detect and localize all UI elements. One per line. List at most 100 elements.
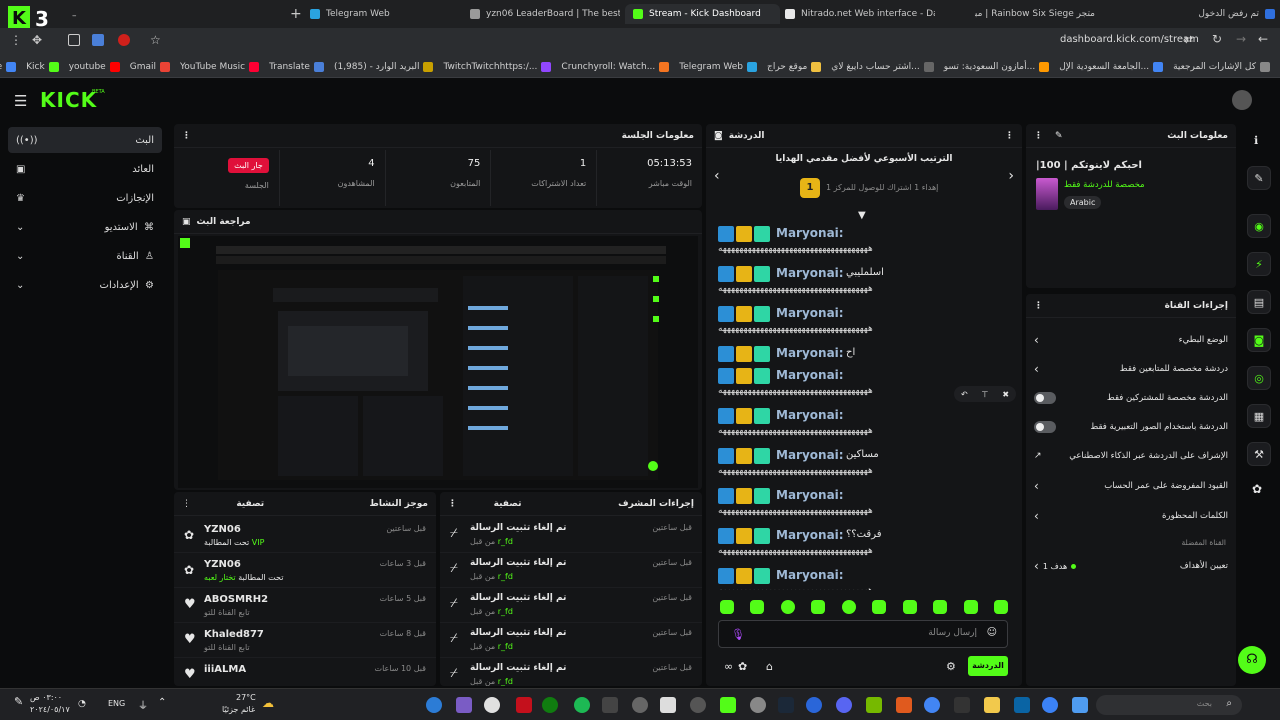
- tab-leaderboard[interactable]: yzn06 LeaderBoard | The best Cl: [470, 4, 620, 24]
- notification-icon[interactable]: ✎: [14, 695, 23, 708]
- app-icon[interactable]: [806, 697, 822, 713]
- bookmark-item[interactable]: Crunchyroll: Watch...: [561, 61, 670, 72]
- steam-icon[interactable]: [778, 697, 794, 713]
- sidebar-item-channel[interactable]: ♙ القناة ⌄: [8, 243, 162, 269]
- lightning-icon[interactable]: ⚡: [1247, 252, 1271, 276]
- panel-menu-icon[interactable]: ⋮: [1034, 131, 1043, 141]
- chat-toggle-icon[interactable]: ◙: [1247, 328, 1271, 352]
- chat-message[interactable]: Maryonai: اسلمليبي ههههههههههههههههههههههه…: [714, 260, 1014, 304]
- chat-message[interactable]: Maryonai: ههههههههههههههههههههههههههههههه…: [714, 220, 1014, 264]
- infinity-icon[interactable]: ∞: [724, 660, 733, 673]
- tab-access-denied[interactable]: تم رفض الدخول: [1180, 4, 1275, 24]
- app-icon[interactable]: [602, 697, 618, 713]
- notes-icon[interactable]: ▤: [1247, 290, 1271, 314]
- extension-icon[interactable]: ✥: [32, 33, 42, 47]
- emote-icon[interactable]: [902, 600, 917, 614]
- bookmark-item[interactable]: Telegram Web: [679, 61, 758, 72]
- sidebar-item-revenue[interactable]: العائد ▣: [8, 156, 162, 182]
- edit-layout-icon[interactable]: ✎: [1247, 166, 1271, 190]
- store-icon[interactable]: ⌂: [766, 660, 773, 673]
- gift-icon[interactable]: ✿: [738, 660, 747, 673]
- bookmark-item[interactable]: اشتر حساب دايبغ لاي...: [831, 61, 934, 72]
- tab-minimize-icon[interactable]: –: [72, 6, 77, 26]
- mod-filter-button[interactable]: تصفية: [494, 499, 522, 509]
- tab-kick-dashboard[interactable]: Stream - Kick Dashboard: [625, 4, 780, 24]
- chat-username[interactable]: Maryonai:: [776, 568, 844, 582]
- bookmark-item[interactable]: كل الإشارات المرجعية: [1173, 61, 1270, 72]
- app-icon[interactable]: [456, 697, 472, 713]
- reply-icon[interactable]: ↶: [961, 390, 968, 399]
- chat-username[interactable]: Maryonai:: [776, 368, 844, 382]
- send-chat-button[interactable]: الدردشة: [968, 656, 1008, 676]
- chat-input[interactable]: 🎙 إرسال رسالة ☺: [718, 620, 1008, 648]
- app-icon[interactable]: [896, 697, 912, 713]
- user-avatar[interactable]: [1232, 90, 1252, 110]
- edit-icon[interactable]: ✎: [1055, 131, 1063, 141]
- browser-icon[interactable]: [924, 697, 940, 713]
- spotify-icon[interactable]: [574, 697, 590, 713]
- stream-preview-video[interactable]: [178, 236, 698, 488]
- usb-icon[interactable]: ⏚: [138, 697, 148, 712]
- tab-nitrado[interactable]: Nitrado.net Web interface - Das: [785, 4, 935, 24]
- chat-username[interactable]: Maryonai:: [776, 226, 844, 240]
- chat-username[interactable]: Maryonai:: [776, 488, 844, 502]
- followers-only-item[interactable]: دردشة مخصصة للمتابعين فقط ›: [1034, 355, 1228, 383]
- ai-moderation-item[interactable]: الإشراف على الدردشة عبر الذكاء الاصطناعي…: [1034, 442, 1228, 470]
- chat-settings-icon[interactable]: ⚙: [946, 660, 956, 673]
- weather-icon[interactable]: ☁: [262, 696, 274, 710]
- sidebar-item-studio[interactable]: ⌘ الاستديو ⌄: [8, 214, 162, 240]
- subscribers-only-toggle[interactable]: [1034, 392, 1056, 404]
- bookmark-item[interactable]: YouTube Music: [180, 61, 260, 72]
- broadcast-toggle-icon[interactable]: ◎: [1247, 366, 1271, 390]
- emote-icon[interactable]: [811, 600, 826, 614]
- app-icon[interactable]: [690, 697, 706, 713]
- panel-menu-icon[interactable]: ⋮: [1005, 131, 1014, 141]
- sidebar-item-stream[interactable]: البث ((•)): [8, 127, 162, 153]
- taskbar-time[interactable]: ٠٣:٠٠ ص: [30, 693, 62, 702]
- nvidia-icon[interactable]: [866, 697, 882, 713]
- chevron-right-icon[interactable]: ›: [1008, 168, 1014, 184]
- emote-icon[interactable]: [872, 600, 887, 614]
- gift-icon[interactable]: ✿: [1252, 482, 1262, 496]
- emote-icon[interactable]: [720, 600, 734, 614]
- bookmark-item[interactable]: Google: [0, 61, 17, 72]
- chat-message[interactable]: Maryonai: ههههههههههههههههههههههههههههههه…: [714, 402, 1014, 446]
- panel-menu-icon[interactable]: ⋮: [182, 131, 191, 141]
- trash-icon[interactable]: ✖: [1002, 390, 1009, 399]
- bookmark-item[interactable]: موقع حراج: [767, 61, 822, 72]
- chat-username[interactable]: Maryonai:: [776, 306, 844, 320]
- hamburger-menu-icon[interactable]: ☰: [14, 92, 27, 110]
- new-tab-button[interactable]: +: [290, 4, 302, 24]
- bookmark-item[interactable]: Gmail: [130, 61, 170, 72]
- reload-icon[interactable]: ↻: [1212, 32, 1222, 46]
- forward-icon[interactable]: →: [1236, 32, 1246, 46]
- tab-telegram[interactable]: Telegram Web: [310, 4, 440, 24]
- activity-filter-button[interactable]: تصفية: [236, 499, 264, 509]
- chat-username[interactable]: Maryonai:: [776, 346, 844, 360]
- chat-username[interactable]: Maryonai:: [776, 266, 844, 280]
- xbox-icon[interactable]: [542, 697, 558, 713]
- app-icon[interactable]: [1014, 697, 1030, 713]
- app-icon[interactable]: [750, 697, 766, 713]
- bookmark-star-icon[interactable]: ☆: [150, 33, 161, 47]
- edge-icon[interactable]: [1042, 697, 1058, 713]
- bookmark-item[interactable]: Kick: [26, 61, 59, 72]
- sidebar-item-achievements[interactable]: الإنجازات ♛: [8, 185, 162, 211]
- bookmark-item[interactable]: أمازون السعودية: تسو...: [944, 61, 1050, 72]
- chat-username[interactable]: Maryonai:: [776, 448, 844, 462]
- chat-message[interactable]: Maryonai: مساكين ههههههههههههههههههههههههه…: [714, 442, 1014, 486]
- emote-icon[interactable]: [933, 600, 948, 614]
- chat-username[interactable]: Maryonai:: [776, 408, 844, 422]
- kick-logo[interactable]: KICK: [40, 88, 97, 112]
- language-indicator[interactable]: ENG: [108, 699, 125, 708]
- folder-icon[interactable]: [984, 697, 1000, 713]
- address-bar[interactable]: dashboard.kick.com/stream: [1060, 34, 1199, 45]
- kick-taskbar-icon[interactable]: [720, 697, 736, 713]
- app-icon[interactable]: [632, 697, 648, 713]
- menu-dots-icon[interactable]: ⋮: [10, 33, 22, 47]
- chat-username[interactable]: Maryonai:: [776, 528, 844, 542]
- support-headset-icon[interactable]: ☊: [1238, 646, 1266, 674]
- preview-toggle-icon[interactable]: ◉: [1247, 214, 1271, 238]
- mod-tools-icon[interactable]: ▦: [1247, 404, 1271, 428]
- app-icon[interactable]: [516, 697, 532, 713]
